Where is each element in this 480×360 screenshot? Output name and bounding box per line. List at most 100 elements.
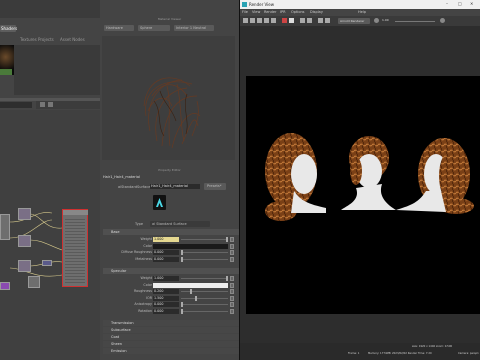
section-subsurface-header[interactable]: Subsurface [103,327,239,333]
section-emission-label: Emission [111,349,127,353]
specular-roughness-slider-handle[interactable] [190,289,192,294]
specular-rotation-slider-handle[interactable] [181,308,183,314]
graph-node[interactable] [0,214,10,240]
map-button-icon[interactable] [230,308,234,314]
status-frame: Frame: 1 [348,352,360,355]
map-button-icon[interactable] [230,289,234,294]
base-metalness-label: Metalness [135,256,152,261]
one-to-one-icon[interactable] [318,18,323,23]
material-swatch[interactable] [0,45,14,75]
specular-ior-slider[interactable] [181,297,228,299]
snapshot-icon[interactable] [271,18,276,23]
graph-node[interactable] [42,260,52,266]
menu-help[interactable]: Help [358,10,366,15]
menu-display[interactable]: Display [310,10,323,15]
environment-dropdown[interactable]: Interior 1 Neutral [174,25,214,31]
specular-ior-slider-handle[interactable] [194,295,197,301]
specular-weight-slider-handle[interactable] [226,276,228,281]
menu-view[interactable]: View [252,10,260,15]
base-color-field[interactable] [153,243,228,249]
render-view-title: Render View [249,2,275,7]
gamma-icon [440,18,445,23]
base-diffuse-roughness-slider[interactable] [181,252,228,253]
section-coat-header[interactable]: Coat [103,334,239,340]
zoom-value[interactable]: 1.00 [382,19,389,22]
node-type-label: aiStandardSurface: [118,185,152,189]
map-button-icon[interactable] [230,276,234,281]
specular-rotation-slider[interactable] [181,310,228,312]
render-frame-icon[interactable] [243,18,248,23]
node-graph[interactable] [0,110,100,360]
base-weight-label: Weight [140,237,153,241]
tool-icon-1[interactable] [40,102,45,107]
renderer-dropdown[interactable]: Hardware [104,25,134,31]
specular-anisotropy-slider-handle[interactable] [181,302,183,307]
refresh-icon[interactable] [257,18,262,23]
section-sheen-header[interactable]: Sheen [103,341,239,347]
menu-options[interactable]: Options [291,10,305,15]
map-button-icon[interactable] [230,256,234,262]
section-specular-header[interactable]: Specular [103,268,239,274]
specular-roughness-slider[interactable] [181,291,228,292]
base-weight-slider[interactable] [181,239,228,240]
specular-weight-field[interactable]: 1.000 [153,276,179,281]
fit-icon[interactable] [325,18,330,23]
tab-asset-nodes[interactable]: Asset Nodes [60,38,85,42]
menu-ipr[interactable]: IPR [280,10,286,15]
section-transmission-header[interactable]: Transmission [103,320,239,326]
section-emission-header[interactable]: Emission [103,348,239,354]
channel-rgb-icon[interactable] [282,18,287,23]
render-image[interactable] [246,76,480,314]
search-field[interactable] [0,102,32,108]
map-button-icon[interactable] [230,243,234,249]
graph-node[interactable] [0,282,10,290]
keep-image-icon[interactable] [300,18,305,23]
map-button-icon[interactable] [230,302,234,307]
tab-textures[interactable]: Textures [20,38,37,42]
graph-node[interactable] [18,260,31,272]
map-button-icon[interactable] [230,295,234,301]
base-metalness-field[interactable]: 0.000 [153,256,179,262]
node-name-field[interactable]: Hair1_Hair4_material [150,184,200,189]
specular-rotation-field[interactable]: 0.000 [153,308,179,314]
base-metalness-slider-handle[interactable] [181,256,183,262]
base-weight-field[interactable]: 1.000 [153,237,179,242]
tab-projects[interactable]: Projects [38,38,54,42]
graph-node[interactable] [18,208,31,220]
exposure-slider[interactable] [395,21,435,22]
shape-dropdown[interactable]: Sphere [138,25,170,31]
graph-node[interactable] [18,235,31,247]
render-toolbar: Arnold Renderer 1.00 [240,16,480,26]
map-button-icon[interactable] [230,250,234,255]
remove-image-icon[interactable] [307,18,312,23]
region-icon[interactable] [264,18,269,23]
base-weight-slider-handle[interactable] [226,237,228,242]
section-base-header[interactable]: Base [103,229,239,235]
specular-anisotropy-field[interactable]: 0.000 [153,302,179,307]
close-icon[interactable]: ✕ [470,2,473,6]
base-diffuse-roughness-field[interactable]: 0.000 [153,250,179,255]
tool-icon-2[interactable] [48,102,53,107]
presets-button[interactable]: Presets* [204,183,226,190]
map-button-icon[interactable] [230,282,234,288]
camera-dropdown[interactable]: Arnold Renderer [338,18,370,24]
ipr-render-icon[interactable] [250,18,255,23]
tab-shaders[interactable]: Shaders [0,25,17,32]
selected-material-node[interactable] [62,209,88,287]
maximize-icon[interactable]: □ [458,2,462,6]
specular-roughness-field[interactable]: 0.200 [153,289,179,294]
base-metalness-slider[interactable] [181,258,228,260]
graph-node[interactable] [28,276,40,288]
specular-color-field[interactable] [153,282,228,288]
map-button-icon[interactable] [230,237,234,242]
specular-anisotropy-slider[interactable] [181,304,228,305]
type-dropdown[interactable]: ai Standard Surface [150,221,210,227]
menu-render[interactable]: Render [264,10,276,15]
specular-weight-slider[interactable] [181,278,228,279]
base-diffuse-roughness-slider-handle[interactable] [181,250,183,255]
specular-ior-field[interactable]: 1.500 [153,295,179,301]
channel-alpha-icon[interactable] [289,18,294,23]
specular-rotation-label: Rotation [138,308,152,313]
menu-file[interactable]: File [242,10,248,15]
minimize-icon[interactable]: – [446,2,448,6]
